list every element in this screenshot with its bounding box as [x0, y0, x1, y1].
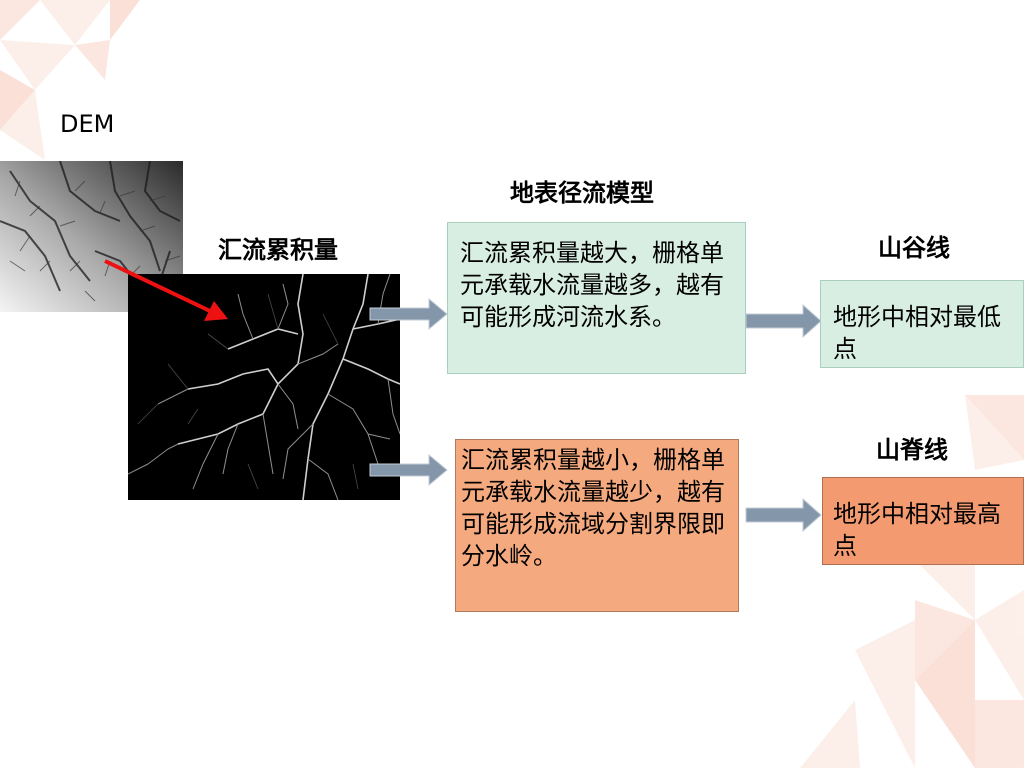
arrow-to-small-box	[369, 454, 448, 486]
valley-text: 地形中相对最低点	[833, 303, 1001, 363]
model-title: 地表径流模型	[510, 179, 654, 207]
large-accumulation-box: 汇流累积量越大，栅格单元承载水流量越多，越有可能形成河流水系。	[447, 222, 746, 374]
ridge-text: 地形中相对最高点	[833, 500, 1001, 560]
valley-box: 地形中相对最低点	[820, 280, 1024, 368]
arrow-to-ridge-box	[745, 498, 822, 532]
arrow-to-valley-box	[745, 304, 822, 338]
accumulation-label: 汇流累积量	[218, 236, 338, 264]
dem-label: DEM	[60, 110, 115, 138]
small-accumulation-box: 汇流累积量越小，栅格单元承载水流量越少，越有可能形成流域分割界限即分水岭。	[455, 439, 739, 612]
red-arrow	[104, 259, 228, 321]
ridge-box: 地形中相对最高点	[822, 477, 1024, 565]
ridge-label: 山脊线	[876, 436, 948, 464]
arrow-to-large-box	[369, 298, 448, 330]
small-accumulation-text: 汇流累积量越小，栅格单元承载水流量越少，越有可能形成流域分割界限即分水岭。	[461, 446, 725, 570]
valley-label: 山谷线	[878, 234, 950, 262]
large-accumulation-text: 汇流累积量越大，栅格单元承载水流量越多，越有可能形成河流水系。	[460, 239, 724, 331]
